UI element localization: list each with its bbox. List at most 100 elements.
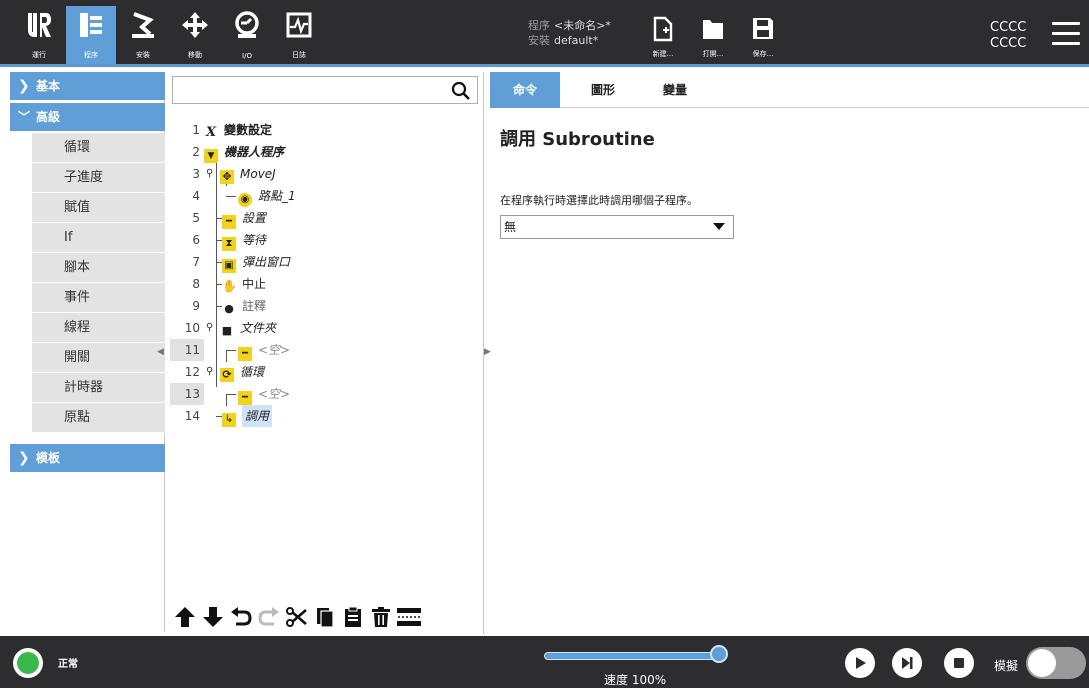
paste-icon[interactable]: [340, 604, 366, 630]
popup-icon: ▣: [222, 259, 236, 273]
stop-button[interactable]: [944, 648, 974, 678]
speed-slider[interactable]: [544, 652, 719, 660]
tree-row[interactable]: 6 ⧗ 等待: [168, 229, 478, 251]
tree-row[interactable]: 5 ━ 設置: [168, 207, 478, 229]
open-file-button[interactable]: 打開...: [691, 14, 735, 62]
program-tree-panel: 1 X 變數設定 2 ▼ 機器人程序 3 ⚲ ✥ MoveJ 4 ◉ 路點_1: [168, 72, 484, 634]
user-label: CCCC CCCC: [990, 20, 1026, 52]
tree-node-label: 中止: [242, 277, 267, 291]
subprogram-select[interactable]: 無: [500, 215, 734, 239]
command-item-assignment[interactable]: 賦值: [32, 193, 165, 223]
move-arrows-icon: [182, 12, 208, 38]
empty-node-icon: ━: [238, 347, 252, 361]
pin-icon: ⚲: [206, 168, 214, 179]
line-number: 12: [184, 365, 200, 379]
command-item-script[interactable]: 腳本: [32, 253, 165, 283]
move-down-icon[interactable]: [200, 604, 226, 630]
step-button[interactable]: [892, 648, 922, 678]
tree-row[interactable]: 13 ━ <空>: [168, 383, 478, 405]
tree-row[interactable]: 10 ⚲ ■ 文件夾: [168, 317, 478, 339]
robot-status-icon[interactable]: [13, 648, 43, 678]
line-number: 13: [170, 383, 204, 405]
triangle-down-icon: ▼: [204, 149, 218, 163]
call-description: 在程序執行時選擇此時調用哪個子程序。: [500, 194, 698, 207]
install-icon: [132, 12, 154, 38]
simulation-toggle[interactable]: [1026, 647, 1086, 679]
command-item-switch[interactable]: 開關: [32, 343, 165, 373]
command-item-timer[interactable]: 計時器: [32, 373, 165, 403]
nav-io-button[interactable]: I/O: [222, 6, 272, 64]
tree-row[interactable]: 11 ━ <空>: [168, 339, 478, 361]
nav-program-button[interactable]: 程序: [66, 6, 116, 64]
tree-guide-line: [226, 394, 236, 395]
chevron-down-icon: ﹀: [18, 110, 31, 124]
tree-row[interactable]: 7 ▣ 彈出窗口: [168, 251, 478, 273]
new-file-button[interactable]: 新建...: [641, 14, 685, 62]
tree-row[interactable]: 8 ✋ 中止: [168, 273, 478, 295]
tree-guide-line: [226, 196, 236, 197]
copy-icon[interactable]: [312, 604, 338, 630]
stop-icon: [954, 658, 964, 668]
tree-node-label: 機器人程序: [224, 145, 285, 159]
command-tabs: 命令 圖形 變量: [490, 72, 1089, 108]
tab-variables[interactable]: 變量: [640, 72, 710, 108]
command-item-if[interactable]: If: [32, 223, 165, 253]
bottom-status-bar: 正常: [0, 636, 1089, 688]
hourglass-icon: ⧗: [222, 237, 236, 251]
move-up-icon[interactable]: [172, 604, 198, 630]
search-icon[interactable]: [451, 81, 471, 101]
command-item-subprogram[interactable]: 子進度: [32, 163, 165, 193]
halt-icon: ✋: [222, 279, 237, 293]
line-number: 7: [192, 255, 200, 269]
play-button[interactable]: [845, 648, 875, 678]
category-basic-label: 基本: [36, 79, 61, 93]
page-title: 調用 Subroutine: [500, 129, 655, 150]
nav-install-button[interactable]: 安裝: [118, 6, 168, 64]
command-item-thread[interactable]: 線程: [32, 313, 165, 343]
comment-icon: ●: [224, 302, 234, 315]
ur-logo-icon: [28, 13, 51, 37]
hamburger-menu-icon[interactable]: [1052, 22, 1080, 45]
tree-row[interactable]: 12 ⚲ ⟳ 循環: [168, 361, 478, 383]
tab-graphics[interactable]: 圖形: [568, 72, 638, 108]
tree-row[interactable]: 14 ↳ 調用: [168, 405, 478, 427]
tree-row[interactable]: 2 ▼ 機器人程序: [168, 141, 478, 163]
delete-icon[interactable]: [368, 604, 394, 630]
category-basic[interactable]: ❯ 基本: [10, 72, 165, 100]
play-icon: [856, 657, 866, 669]
collapse-right-panel-icon[interactable]: ▶: [484, 347, 491, 357]
tree-row[interactable]: 4 ◉ 路點_1: [168, 185, 478, 207]
category-template[interactable]: ❯ 模板: [10, 444, 165, 472]
tree-search-input[interactable]: [173, 77, 443, 103]
save-icon: [753, 18, 773, 39]
command-item-event[interactable]: 事件: [32, 283, 165, 313]
nav-io-label: I/O: [242, 52, 252, 60]
command-item-loop[interactable]: 循環: [32, 133, 165, 163]
tab-command[interactable]: 命令: [490, 72, 560, 108]
tree-node-label: 路點_1: [258, 189, 296, 203]
nav-log-button[interactable]: 日誌: [274, 6, 324, 64]
user-line-1: CCCC: [990, 20, 1027, 35]
undo-icon[interactable]: [228, 604, 254, 630]
redo-icon[interactable]: [256, 604, 282, 630]
suppress-icon[interactable]: [396, 604, 422, 630]
speed-slider-handle[interactable]: [710, 645, 728, 663]
cut-icon[interactable]: [284, 604, 310, 630]
program-info: 程序 <未命名>* 安裝 default*: [528, 18, 611, 48]
command-item-home[interactable]: 原點: [32, 403, 165, 433]
folder-icon: ■: [221, 324, 233, 337]
tree-row[interactable]: 9 ● 註釋: [168, 295, 478, 317]
call-icon: ↳: [222, 413, 236, 427]
simulation-label: 模擬: [994, 659, 1019, 673]
save-file-button[interactable]: 保存...: [741, 14, 785, 62]
nav-move-button[interactable]: 移動: [170, 6, 220, 64]
program-tree-icon: [80, 13, 102, 37]
set-icon: ━: [222, 215, 236, 229]
nav-run-button[interactable]: 運行: [14, 6, 64, 64]
tree-row[interactable]: 1 X 變數設定: [168, 119, 478, 141]
tree-node-label-selected: 調用: [242, 405, 273, 427]
collapse-left-panel-icon[interactable]: ◀: [157, 347, 164, 357]
program-tree: 1 X 變數設定 2 ▼ 機器人程序 3 ⚲ ✥ MoveJ 4 ◉ 路點_1: [168, 119, 478, 427]
category-advanced[interactable]: ﹀ 高級: [10, 103, 165, 131]
tree-row[interactable]: 3 ⚲ ✥ MoveJ: [168, 163, 478, 185]
